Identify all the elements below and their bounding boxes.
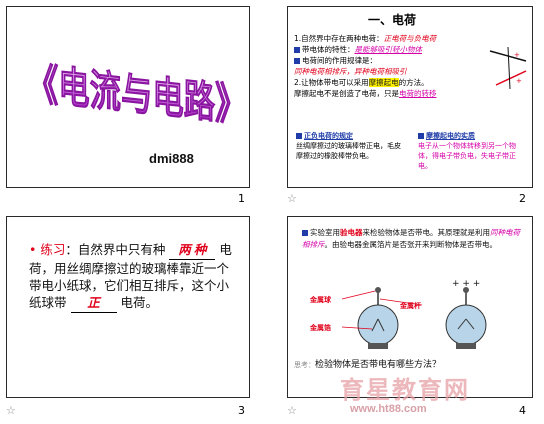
slide-number-2: 2 — [519, 192, 526, 205]
exercise-text: • 练习：自然界中只有种 两 种 电荷，用丝绸摩擦过的玻璃棒靠近一个带电小纸球，… — [29, 241, 241, 313]
slide-number-1: 1 — [238, 192, 245, 205]
line-2: 带电体的特性：是能够吸引轻小物体 — [294, 44, 510, 55]
slide-thumbnail-1[interactable]: 《电流与电路》复习 dmi888 — [6, 6, 250, 188]
plus-charges: + + + — [452, 279, 481, 289]
author-label: dmi888 — [149, 151, 194, 166]
label-metal-foil: 金属箔 — [310, 324, 331, 332]
slide-number-4: 4 — [519, 404, 526, 417]
bullet-square-icon — [294, 47, 300, 53]
think-question: 思考：检验物体是否带电有哪些方法？ — [294, 360, 442, 370]
slide-number-3: 3 — [238, 404, 245, 417]
bullet-square-icon — [296, 133, 302, 139]
slide-heading: 一、电荷 — [368, 13, 417, 27]
answer-blank-2: 正 — [70, 295, 117, 313]
svg-text:+: + — [514, 51, 520, 59]
slide-thumbnail-2[interactable]: 一、电荷 1.自然界中存在两种电荷：正电荷与负电荷 带电体的特性：是能够吸引轻小… — [287, 6, 533, 188]
electroscope-text: 实验室用验电器来检验物体是否带电。其原理就是利用同种电荷相排斥。由验电器金属箔片… — [302, 228, 520, 249]
line-6: 摩擦起电不是创造了电荷，只是电荷的转移 — [294, 89, 437, 98]
label-metal-ball: 金属球 — [310, 296, 331, 304]
title-text: 《电流与电路》复习 — [27, 58, 245, 138]
slide-transition-star-icon: ☆ — [287, 192, 297, 205]
slide-thumbnail-3[interactable]: • 练习：自然界中只有种 两 种 电荷，用丝绸摩擦过的玻璃棒靠近一个带电小纸球，… — [6, 216, 250, 398]
svg-text:+: + — [516, 77, 522, 85]
line-3: 电荷间的作用规律是： — [294, 55, 510, 66]
bullet-icon: • — [29, 242, 37, 257]
line-4: 同种电荷相排斥，异种电荷相吸引 — [294, 67, 407, 76]
slide-body: 1.自然界中存在两种电荷：正电荷与负电荷 带电体的特性：是能够吸引轻小物体 电荷… — [294, 33, 510, 99]
essence-box: 摩擦起电的实质 电子从一个物体转移到另一个物体，得电子带负电，失电子带正电。 — [418, 132, 516, 170]
line-1: 1.自然界中存在两种电荷：正电荷与负电荷 — [294, 34, 437, 43]
watermark-url: www.ht88.com — [350, 403, 427, 415]
line-5: 2.让物体带电可以采用摩擦起电的方法。 — [294, 78, 429, 87]
answer-blank-1: 两 种 — [169, 242, 216, 260]
slide-sorter-grid: 《电流与电路》复习 dmi888 1 一、电荷 1.自然界中存在两种电荷：正电荷… — [0, 0, 544, 424]
wordart-title: 《电流与电路》复习 — [27, 58, 245, 139]
slide-transition-star-icon: ☆ — [287, 404, 297, 417]
electroscope-diagram — [341, 287, 487, 349]
label-metal-rod: 金属杆 — [400, 302, 421, 310]
watermark-logo: 育星教育网 — [340, 376, 470, 404]
bullet-square-icon — [302, 230, 308, 236]
slide-transition-star-icon: ☆ — [6, 404, 16, 417]
bullet-square-icon — [294, 58, 300, 64]
charge-rods-icon: + + — [489, 46, 527, 90]
rule-box: 正负电荷的规定 丝绸摩擦过的玻璃棒带正电，毛皮摩擦过的橡胶棒带负电。 — [296, 132, 401, 160]
bullet-square-icon — [418, 133, 424, 139]
